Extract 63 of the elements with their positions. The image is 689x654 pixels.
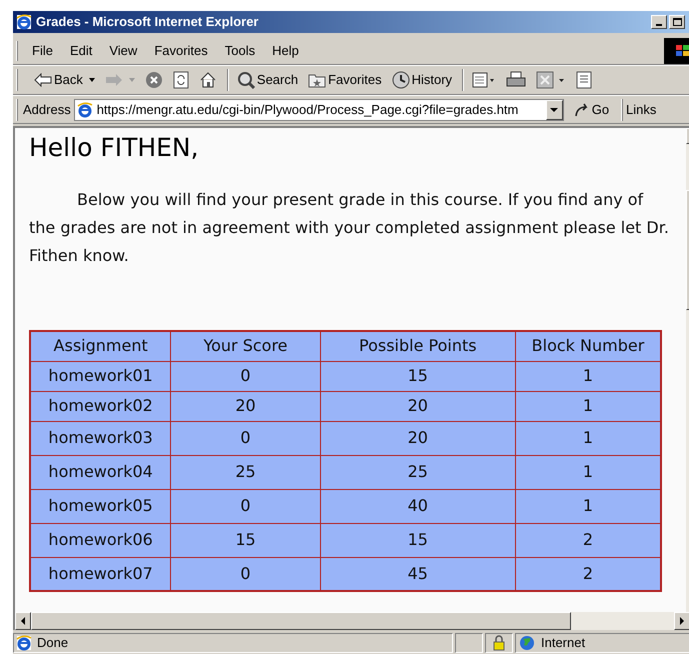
links-button[interactable]: Links — [626, 100, 656, 120]
horizontal-scrollbar[interactable] — [15, 612, 689, 630]
dropdown-button[interactable] — [546, 100, 563, 120]
table-cell: 15 — [170, 523, 320, 557]
history-button[interactable]: History — [388, 68, 456, 92]
table-cell: 0 — [170, 421, 320, 455]
table-cell: homework05 — [30, 489, 171, 523]
document-icon — [576, 71, 592, 89]
folder-star-icon — [308, 72, 326, 88]
search-button[interactable]: Search — [232, 68, 302, 92]
home-icon — [198, 71, 217, 89]
table-cell: 0 — [170, 489, 320, 523]
address-field[interactable]: https://mengr.atu.edu/cgi-bin/Plywood/Process_Page.cgi?file=grades.htm — [74, 98, 564, 120]
column-header: Possible Points — [320, 331, 516, 361]
menu-item[interactable]: File — [32, 40, 53, 60]
menu-item[interactable]: Help — [272, 40, 299, 60]
table-cell: 20 — [320, 391, 516, 421]
table-cell: 25 — [170, 455, 320, 489]
status-panel — [455, 633, 483, 653]
table-cell: 20 — [170, 391, 320, 421]
menu-item[interactable]: View — [109, 40, 138, 60]
menu-item[interactable]: Edit — [70, 40, 92, 60]
status-panel: Done — [13, 633, 453, 653]
table-cell: 25 — [320, 455, 516, 489]
intro-paragraph: Below you will find your present grade in this course. If you find any of the grades are not in agreement with your completed assignment please let Dr. Fithen know. — [29, 189, 669, 267]
minimize-button[interactable] — [651, 15, 667, 29]
ie-logo-icon — [76, 102, 93, 118]
padlock-icon — [493, 635, 505, 651]
table-cell: homework04 — [30, 455, 171, 489]
globe-icon — [519, 635, 535, 651]
menu-item[interactable]: Tools — [224, 40, 256, 60]
back-arrow-icon — [34, 73, 52, 87]
clock-icon — [392, 71, 410, 89]
table-cell: 15 — [320, 523, 516, 557]
maximize-button[interactable] — [669, 15, 685, 29]
address-label: Address — [23, 100, 71, 119]
refresh-icon — [172, 71, 189, 89]
table-cell: homework02 — [30, 391, 171, 421]
table-cell: homework01 — [30, 361, 171, 391]
edit-icon — [536, 71, 566, 89]
ie-logo-icon — [16, 635, 32, 651]
go-arrow-icon — [574, 102, 590, 116]
table-cell: homework06 — [30, 523, 171, 557]
search-icon — [236, 71, 255, 89]
mail-icon — [472, 71, 496, 89]
printer-icon — [506, 71, 526, 89]
table-cell: homework03 — [30, 421, 171, 455]
ie-logo-icon — [16, 14, 32, 30]
table-cell: 20 — [320, 421, 516, 455]
table-cell: 15 — [320, 361, 516, 391]
window-title: Grades - Microsoft Internet Explorer — [36, 13, 258, 32]
column-header: Assignment — [30, 331, 171, 361]
table-cell: 0 — [170, 361, 320, 391]
column-header: Your Score — [170, 331, 320, 361]
zone-panel: Internet — [515, 633, 689, 653]
stop-icon — [144, 71, 163, 89]
greeting-heading: Hello FITHEN, — [29, 132, 200, 164]
table-cell: 40 — [320, 489, 516, 523]
back-button[interactable]: Back — [30, 68, 99, 92]
forward-arrow-icon — [104, 73, 123, 87]
favorites-button[interactable]: Favorites — [304, 68, 386, 92]
go-button[interactable]: Go — [574, 100, 610, 120]
menu-item[interactable]: Favorites — [154, 40, 208, 60]
